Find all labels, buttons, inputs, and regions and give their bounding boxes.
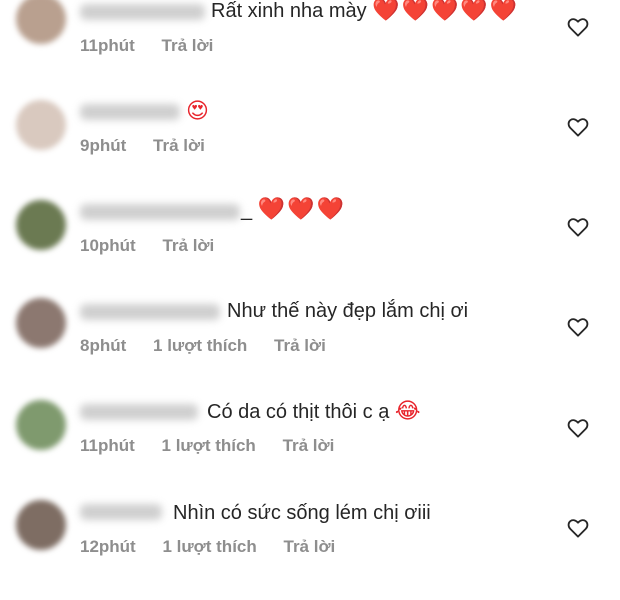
avatar[interactable] (16, 200, 66, 250)
username-blurred[interactable] (80, 204, 240, 220)
avatar[interactable] (16, 400, 66, 450)
avatar[interactable] (16, 298, 66, 348)
comment-text: Có da có thịt thôi c ạ (207, 401, 390, 423)
comment-text-row: Như thế này đẹp lắm chị ơi (227, 299, 468, 323)
like-count[interactable]: 1 lượt thích (162, 537, 256, 556)
username-blurred[interactable] (80, 504, 162, 520)
username-blurred[interactable] (80, 304, 220, 320)
username-blurred[interactable] (80, 104, 180, 120)
comment-time: 8phút (80, 336, 127, 355)
comment-text-row: 😍 (186, 100, 211, 124)
comment-item: Nhìn có sức sống lém chị ơiii 12phút 1 l… (0, 500, 620, 600)
like-heart-icon[interactable] (567, 518, 589, 538)
comment-item: Như thế này đẹp lắm chị ơi 8phút 1 lượt … (0, 298, 620, 400)
like-heart-icon[interactable] (567, 17, 589, 37)
comment-text-row: Rất xinh nha mày ❤️❤️❤️❤️❤️ (211, 0, 519, 23)
avatar[interactable] (16, 100, 66, 150)
reply-button[interactable]: Trả lời (162, 236, 214, 255)
avatar[interactable] (16, 0, 66, 44)
laughing-emoji-icon: 😂 (394, 399, 423, 424)
like-heart-icon[interactable] (567, 317, 589, 337)
reply-button[interactable]: Trả lời (162, 36, 214, 55)
reply-button[interactable]: Trả lời (283, 436, 335, 455)
like-count[interactable]: 1 lượt thích (153, 336, 247, 355)
comment-item: Có da có thịt thôi c ạ 😂 11phút 1 lượt t… (0, 400, 620, 500)
comment-item: Rất xinh nha mày ❤️❤️❤️❤️❤️ 11phút Trả l… (0, 0, 620, 100)
comment-time: 11phút (80, 436, 135, 455)
like-heart-icon[interactable] (567, 217, 589, 237)
heart-eyes-emoji-icon: 😍 (186, 99, 211, 124)
comment-time: 12phút (80, 537, 136, 556)
like-heart-icon[interactable] (567, 418, 589, 438)
avatar[interactable] (16, 500, 66, 550)
reply-button[interactable]: Trả lời (153, 136, 205, 155)
reply-button[interactable]: Trả lời (284, 537, 336, 556)
comment-item: 😍 9phút Trả lời (0, 100, 620, 200)
comment-time: 11phút (80, 36, 135, 55)
comment-meta: 11phút Trả lời (80, 36, 235, 56)
comment-meta: 8phút 1 lượt thích Trả lời (80, 336, 348, 356)
heart-emoji-icon: ❤️❤️❤️❤️❤️ (372, 0, 520, 23)
comment-time: 9phút (80, 136, 127, 155)
comment-text: _ (241, 199, 253, 221)
like-heart-icon[interactable] (567, 117, 589, 137)
username-blurred[interactable] (80, 4, 205, 20)
comment-text-row: Có da có thịt thôi c ạ 😂 (207, 400, 423, 424)
comment-text: Như thế này đẹp lắm chị ơi (227, 300, 469, 322)
comment-meta: 11phút 1 lượt thích Trả lời (80, 436, 356, 456)
comment-text: Nhìn có sức sống lém chị ơiii (173, 502, 431, 524)
comment-item: _ ❤️❤️❤️ 10phút Trả lời (0, 198, 620, 300)
comment-time: 10phút (80, 236, 136, 255)
username-blurred[interactable] (80, 404, 198, 420)
comment-meta: 9phút Trả lời (80, 136, 227, 156)
comment-text-row: _ ❤️❤️❤️ (241, 198, 346, 222)
comment-meta: 10phút Trả lời (80, 236, 236, 256)
like-count[interactable]: 1 lượt thích (162, 436, 256, 455)
comment-text-row: Nhìn có sức sống lém chị ơiii (173, 501, 431, 525)
reply-button[interactable]: Trả lời (274, 336, 326, 355)
comment-meta: 12phút 1 lượt thích Trả lời (80, 537, 357, 557)
heart-emoji-icon: ❤️❤️❤️ (257, 197, 346, 222)
comment-text: Rất xinh nha mày (211, 0, 367, 22)
